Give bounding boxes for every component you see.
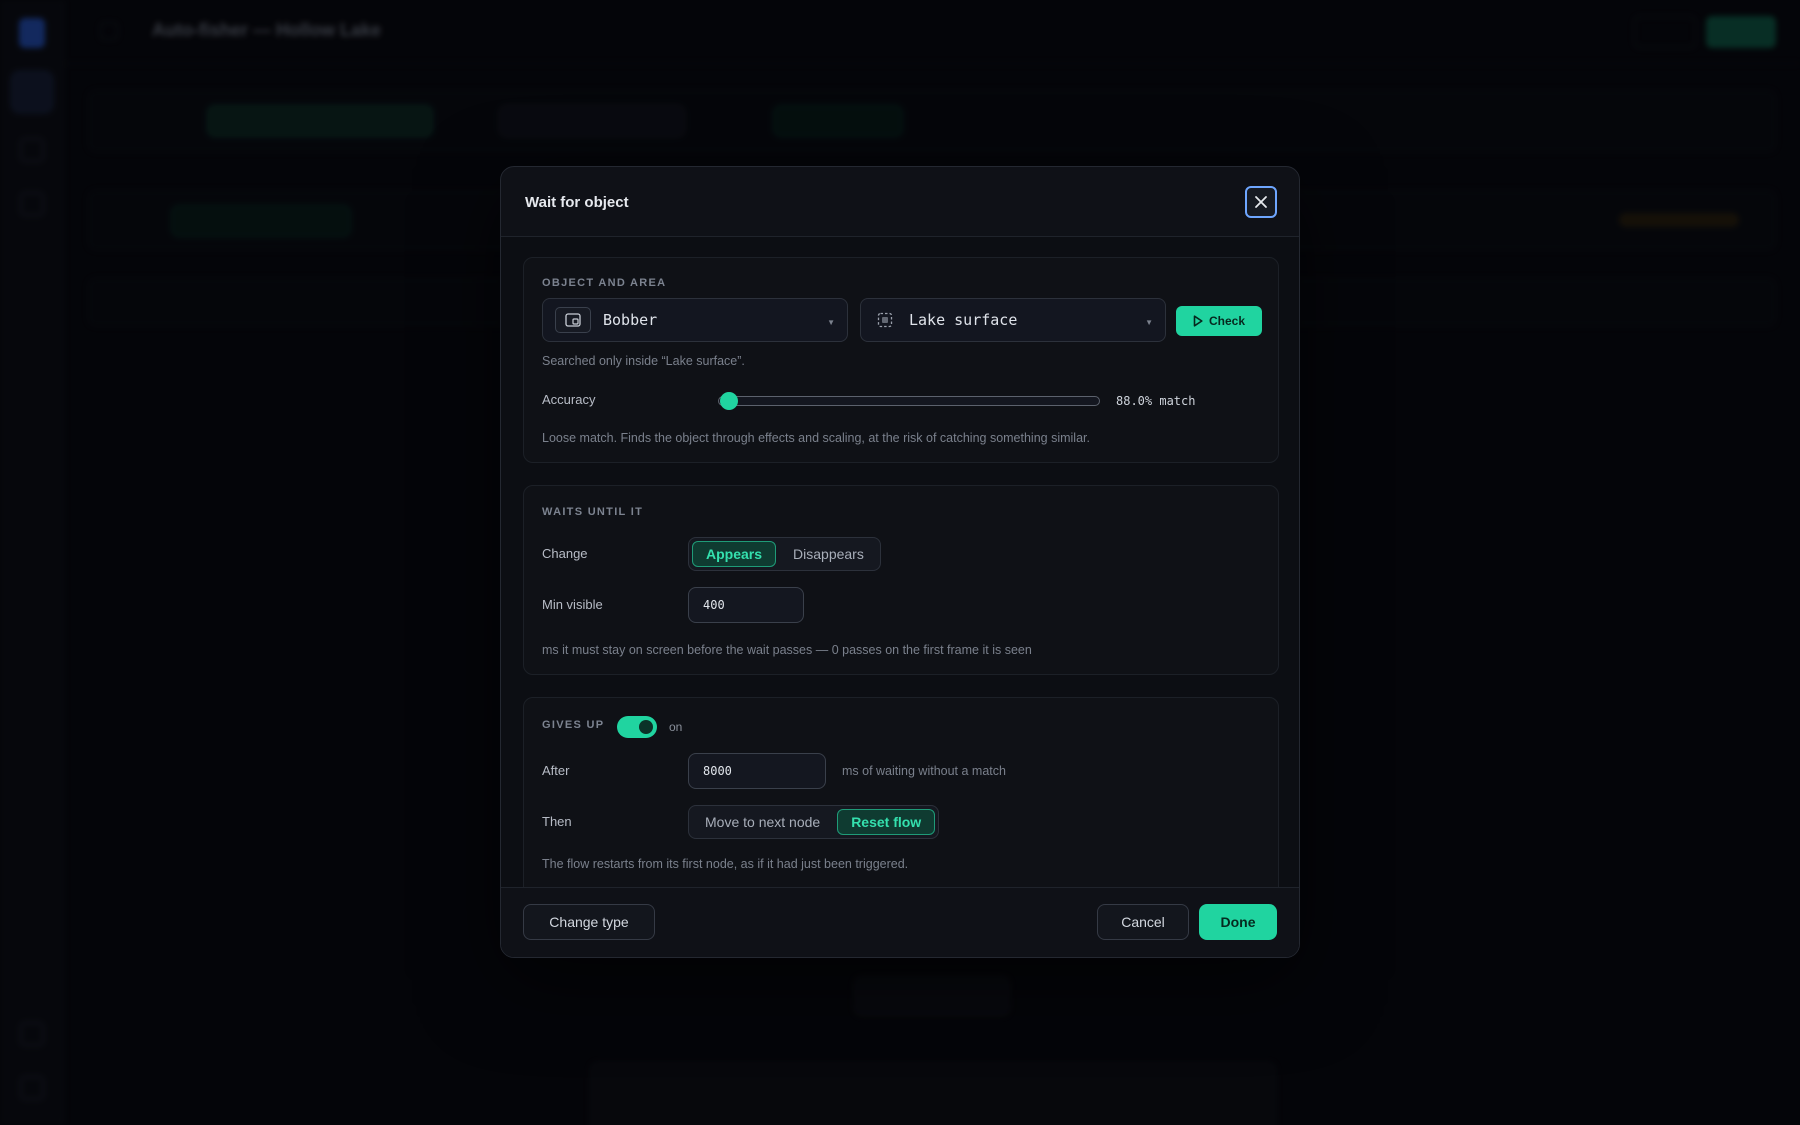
play-icon bbox=[1193, 315, 1203, 327]
min-visible-label: Min visible bbox=[542, 597, 603, 612]
area-select[interactable]: Lake surface ▼ bbox=[860, 298, 1166, 342]
accuracy-value: 88.0% match bbox=[1116, 394, 1196, 408]
close-icon bbox=[1255, 196, 1267, 208]
cancel-button[interactable]: Cancel bbox=[1097, 904, 1189, 940]
then-hint: The flow restarts from its first node, a… bbox=[542, 857, 909, 871]
gives-up-toggle-state: on bbox=[669, 720, 683, 734]
image-icon bbox=[555, 307, 591, 333]
then-label: Then bbox=[542, 814, 572, 829]
dialog-header: Wait for object bbox=[501, 167, 1299, 237]
wait-for-object-dialog: Wait for object OBJECT AND AREA Bobber ▼ bbox=[500, 166, 1300, 958]
change-option-disappears[interactable]: Disappears bbox=[780, 541, 877, 567]
then-option-reset-flow[interactable]: Reset flow bbox=[837, 809, 936, 835]
chevron-down-icon: ▼ bbox=[1145, 318, 1153, 327]
section-label-gives-up: GIVES UP bbox=[542, 719, 605, 731]
object-select[interactable]: Bobber ▼ bbox=[542, 298, 848, 342]
change-option-appears[interactable]: Appears bbox=[692, 541, 777, 567]
min-visible-input[interactable]: 400 bbox=[688, 587, 804, 623]
search-note: Searched only inside “Lake surface”. bbox=[542, 354, 745, 368]
after-label: After bbox=[542, 763, 570, 778]
chevron-down-icon: ▼ bbox=[827, 318, 835, 327]
close-button[interactable] bbox=[1245, 186, 1277, 218]
change-segmented-control: Appears Disappears bbox=[688, 537, 881, 571]
section-label-waits-until: WAITS UNTIL IT bbox=[542, 506, 644, 518]
accuracy-slider-handle[interactable] bbox=[720, 392, 738, 410]
region-icon bbox=[873, 307, 897, 333]
accuracy-label: Accuracy bbox=[542, 392, 596, 407]
accuracy-hint: Loose match. Finds the object through ef… bbox=[542, 431, 1090, 445]
accuracy-slider[interactable] bbox=[718, 392, 1100, 410]
then-segmented-control: Move to next node Reset flow bbox=[688, 805, 940, 839]
change-label: Change bbox=[542, 546, 588, 561]
then-option-next-node[interactable]: Move to next node bbox=[692, 809, 833, 835]
gives-up-card: GIVES UP on After 8000 ms of waiting wit… bbox=[523, 697, 1279, 897]
section-label-object-area: OBJECT AND AREA bbox=[542, 277, 667, 289]
dialog-title: Wait for object bbox=[525, 194, 629, 211]
dialog-body: OBJECT AND AREA Bobber ▼ Lake surface ▼ … bbox=[501, 237, 1299, 957]
area-select-value: Lake surface bbox=[909, 311, 1018, 329]
done-button[interactable]: Done bbox=[1199, 904, 1277, 940]
check-button[interactable]: Check bbox=[1176, 306, 1262, 336]
change-type-button[interactable]: Change type bbox=[523, 904, 655, 940]
after-suffix: ms of waiting without a match bbox=[842, 764, 1006, 778]
give-up-after-input[interactable]: 8000 bbox=[688, 753, 826, 789]
object-select-value: Bobber bbox=[603, 311, 658, 329]
dialog-footer: Change type Cancel Done bbox=[501, 887, 1299, 957]
toggle-knob bbox=[639, 720, 653, 734]
waits-until-card: WAITS UNTIL IT Change Appears Disappears… bbox=[523, 485, 1279, 675]
gives-up-toggle[interactable] bbox=[617, 716, 657, 738]
check-button-label: Check bbox=[1208, 314, 1246, 328]
object-area-card: OBJECT AND AREA Bobber ▼ Lake surface ▼ … bbox=[523, 257, 1279, 463]
min-visible-hint: ms it must stay on screen before the wai… bbox=[542, 643, 1032, 657]
